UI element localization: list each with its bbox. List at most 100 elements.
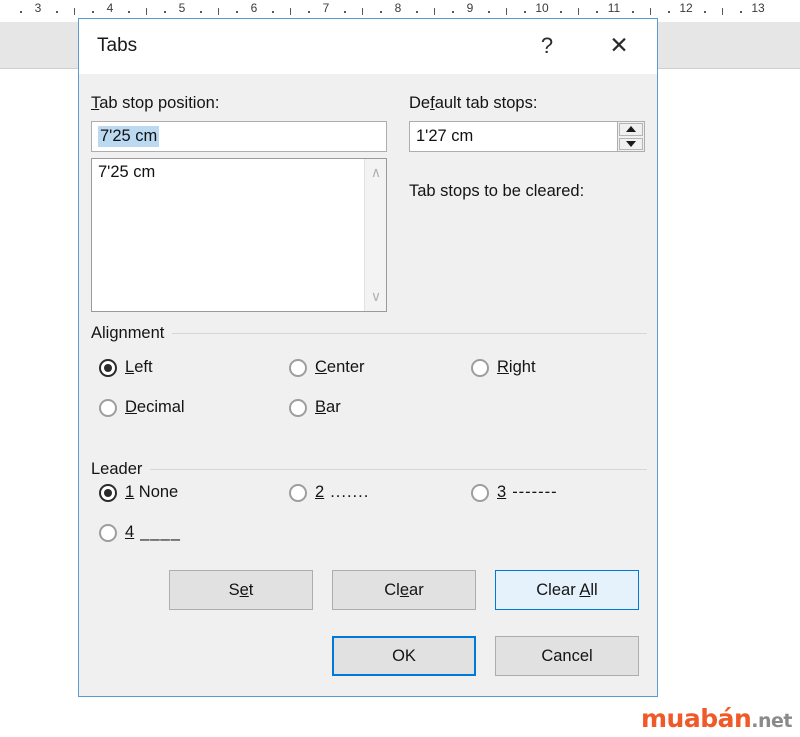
label-rest: ar — [326, 398, 341, 416]
ruler-dot — [56, 11, 58, 13]
radio-mark-icon — [289, 358, 307, 377]
label-rest: ight — [508, 358, 536, 376]
mnemonic-letter: 4 — [125, 523, 135, 541]
scroll-up-icon[interactable]: ∧ — [365, 162, 386, 184]
radio-leader-dots[interactable]: 2 ....... — [289, 483, 369, 502]
tab-stops-to-be-cleared-label: Tab stops to be cleared: — [409, 182, 585, 200]
mnemonic-letter: C — [315, 358, 327, 376]
tab-stop-position-input[interactable]: 7'25 cm — [91, 121, 387, 152]
tab-stop-list[interactable]: 7'25 cm — [92, 159, 364, 311]
mnemonic-letter: D — [125, 398, 137, 416]
listbox-scrollbar[interactable]: ∧ ∨ — [364, 159, 386, 311]
ruler-tick — [722, 8, 723, 15]
clear-button[interactable]: Clear — [332, 570, 476, 610]
radio-leader-dashes[interactable]: 3 ------- — [471, 483, 558, 502]
set-button[interactable]: Set — [169, 570, 313, 610]
radio-leader-underline[interactable]: 4 ____ — [99, 523, 181, 542]
mnemonic-letter: A — [579, 580, 591, 599]
ruler-dot — [632, 11, 634, 13]
ruler-number: 6 — [250, 1, 258, 15]
radio-leader-none[interactable]: 1 None — [99, 483, 178, 502]
spinner-up-icon[interactable] — [619, 123, 643, 136]
set-button-label: Set — [229, 581, 254, 600]
radio-alignment-left[interactable]: Left — [99, 358, 153, 377]
tab-stop-listbox[interactable]: 7'25 cm ∧ ∨ — [91, 158, 387, 312]
default-tab-stops-spinner[interactable]: 1'27 cm — [409, 121, 645, 152]
scroll-down-icon[interactable]: ∨ — [365, 286, 386, 308]
label-pre: S — [228, 580, 240, 599]
ruler-tick — [506, 8, 507, 15]
radio-leader-underline-label: 4 — [125, 523, 134, 542]
ruler-dot — [20, 11, 22, 13]
mnemonic-letter: 1 — [125, 483, 135, 501]
ruler-number: 13 — [751, 1, 765, 15]
label-rest: None — [134, 483, 179, 501]
radio-alignment-bar-label: Bar — [315, 398, 341, 417]
ruler-tick — [362, 8, 363, 15]
cancel-button[interactable]: Cancel — [495, 636, 639, 676]
ruler-number: 4 — [106, 1, 114, 15]
ruler-tick — [290, 8, 291, 15]
ruler-number: 3 — [34, 1, 42, 15]
mnemonic-letter: e — [399, 580, 410, 599]
dialog-body: Tab stop position: 7'25 cm 7'25 cm ∧ ∨ D… — [79, 74, 657, 696]
radio-mark-icon — [99, 523, 117, 542]
list-item[interactable]: 7'25 cm — [92, 159, 364, 182]
ruler-number: 10 — [535, 1, 549, 15]
tab-stop-position-label: Tab stop position: — [91, 94, 219, 113]
ruler-dot — [704, 11, 706, 13]
label-rest: eft — [134, 358, 153, 376]
radio-mark-icon — [471, 358, 489, 377]
ruler-dot — [272, 11, 274, 13]
clear-all-button-label: Clear All — [536, 581, 597, 600]
default-tab-stops-label-pre: De — [409, 94, 431, 112]
label-pre: Cl — [384, 580, 400, 599]
mnemonic-letter: R — [497, 358, 509, 376]
leader-group-title: Leader — [91, 460, 151, 479]
ruler-dot — [740, 11, 742, 13]
alignment-group-divider — [91, 333, 647, 334]
label-rest: ar — [409, 580, 424, 599]
ruler-dot — [596, 11, 598, 13]
tab-stop-position-mnemonic: T — [91, 94, 100, 112]
ruler-tick — [218, 8, 219, 15]
tab-stop-position-label-rest: ab stop position: — [99, 94, 220, 112]
ruler-dot — [668, 11, 670, 13]
ruler-dot — [380, 11, 382, 13]
radio-alignment-bar[interactable]: Bar — [289, 398, 341, 417]
clear-all-button[interactable]: Clear All — [495, 570, 639, 610]
tab-stop-position-value: 7'25 cm — [98, 126, 160, 147]
radio-alignment-decimal[interactable]: Decimal — [99, 398, 185, 417]
radio-mark-icon — [99, 483, 117, 502]
label-rest: ll — [590, 580, 598, 599]
default-tab-stops-value[interactable]: 1'27 cm — [410, 122, 617, 151]
ruler-dot — [128, 11, 130, 13]
radio-alignment-center[interactable]: Center — [289, 358, 365, 377]
clear-button-label: Clear — [384, 581, 423, 600]
ruler-dot — [308, 11, 310, 13]
ruler-number: 11 — [607, 1, 621, 15]
ruler-tick — [650, 8, 651, 15]
ruler-dot — [344, 11, 346, 13]
close-icon[interactable]: ✕ — [601, 29, 637, 63]
radio-alignment-left-label: Left — [125, 358, 153, 377]
ok-button[interactable]: OK — [332, 636, 476, 676]
help-icon[interactable]: ? — [529, 29, 565, 63]
radio-mark-icon — [99, 358, 117, 377]
ruler-dot — [524, 11, 526, 13]
ruler-number: 9 — [466, 1, 474, 15]
alignment-group-title: Alignment — [91, 324, 173, 343]
ruler-dot — [236, 11, 238, 13]
label-rest: enter — [326, 358, 365, 376]
radio-mark-icon — [289, 483, 307, 502]
ruler-number: 12 — [679, 1, 693, 15]
leader-dots-sample: ....... — [330, 483, 370, 501]
mnemonic-letter: 3 — [497, 483, 507, 501]
mnemonic-letter: L — [125, 358, 135, 376]
spinner-down-icon[interactable] — [619, 137, 643, 150]
mnemonic-letter: B — [315, 398, 327, 416]
radio-leader-dots-label: 2 — [315, 483, 324, 502]
radio-alignment-right[interactable]: Right — [471, 358, 536, 377]
label-pre: Clear — [536, 580, 580, 599]
ruler-tick — [434, 8, 435, 15]
